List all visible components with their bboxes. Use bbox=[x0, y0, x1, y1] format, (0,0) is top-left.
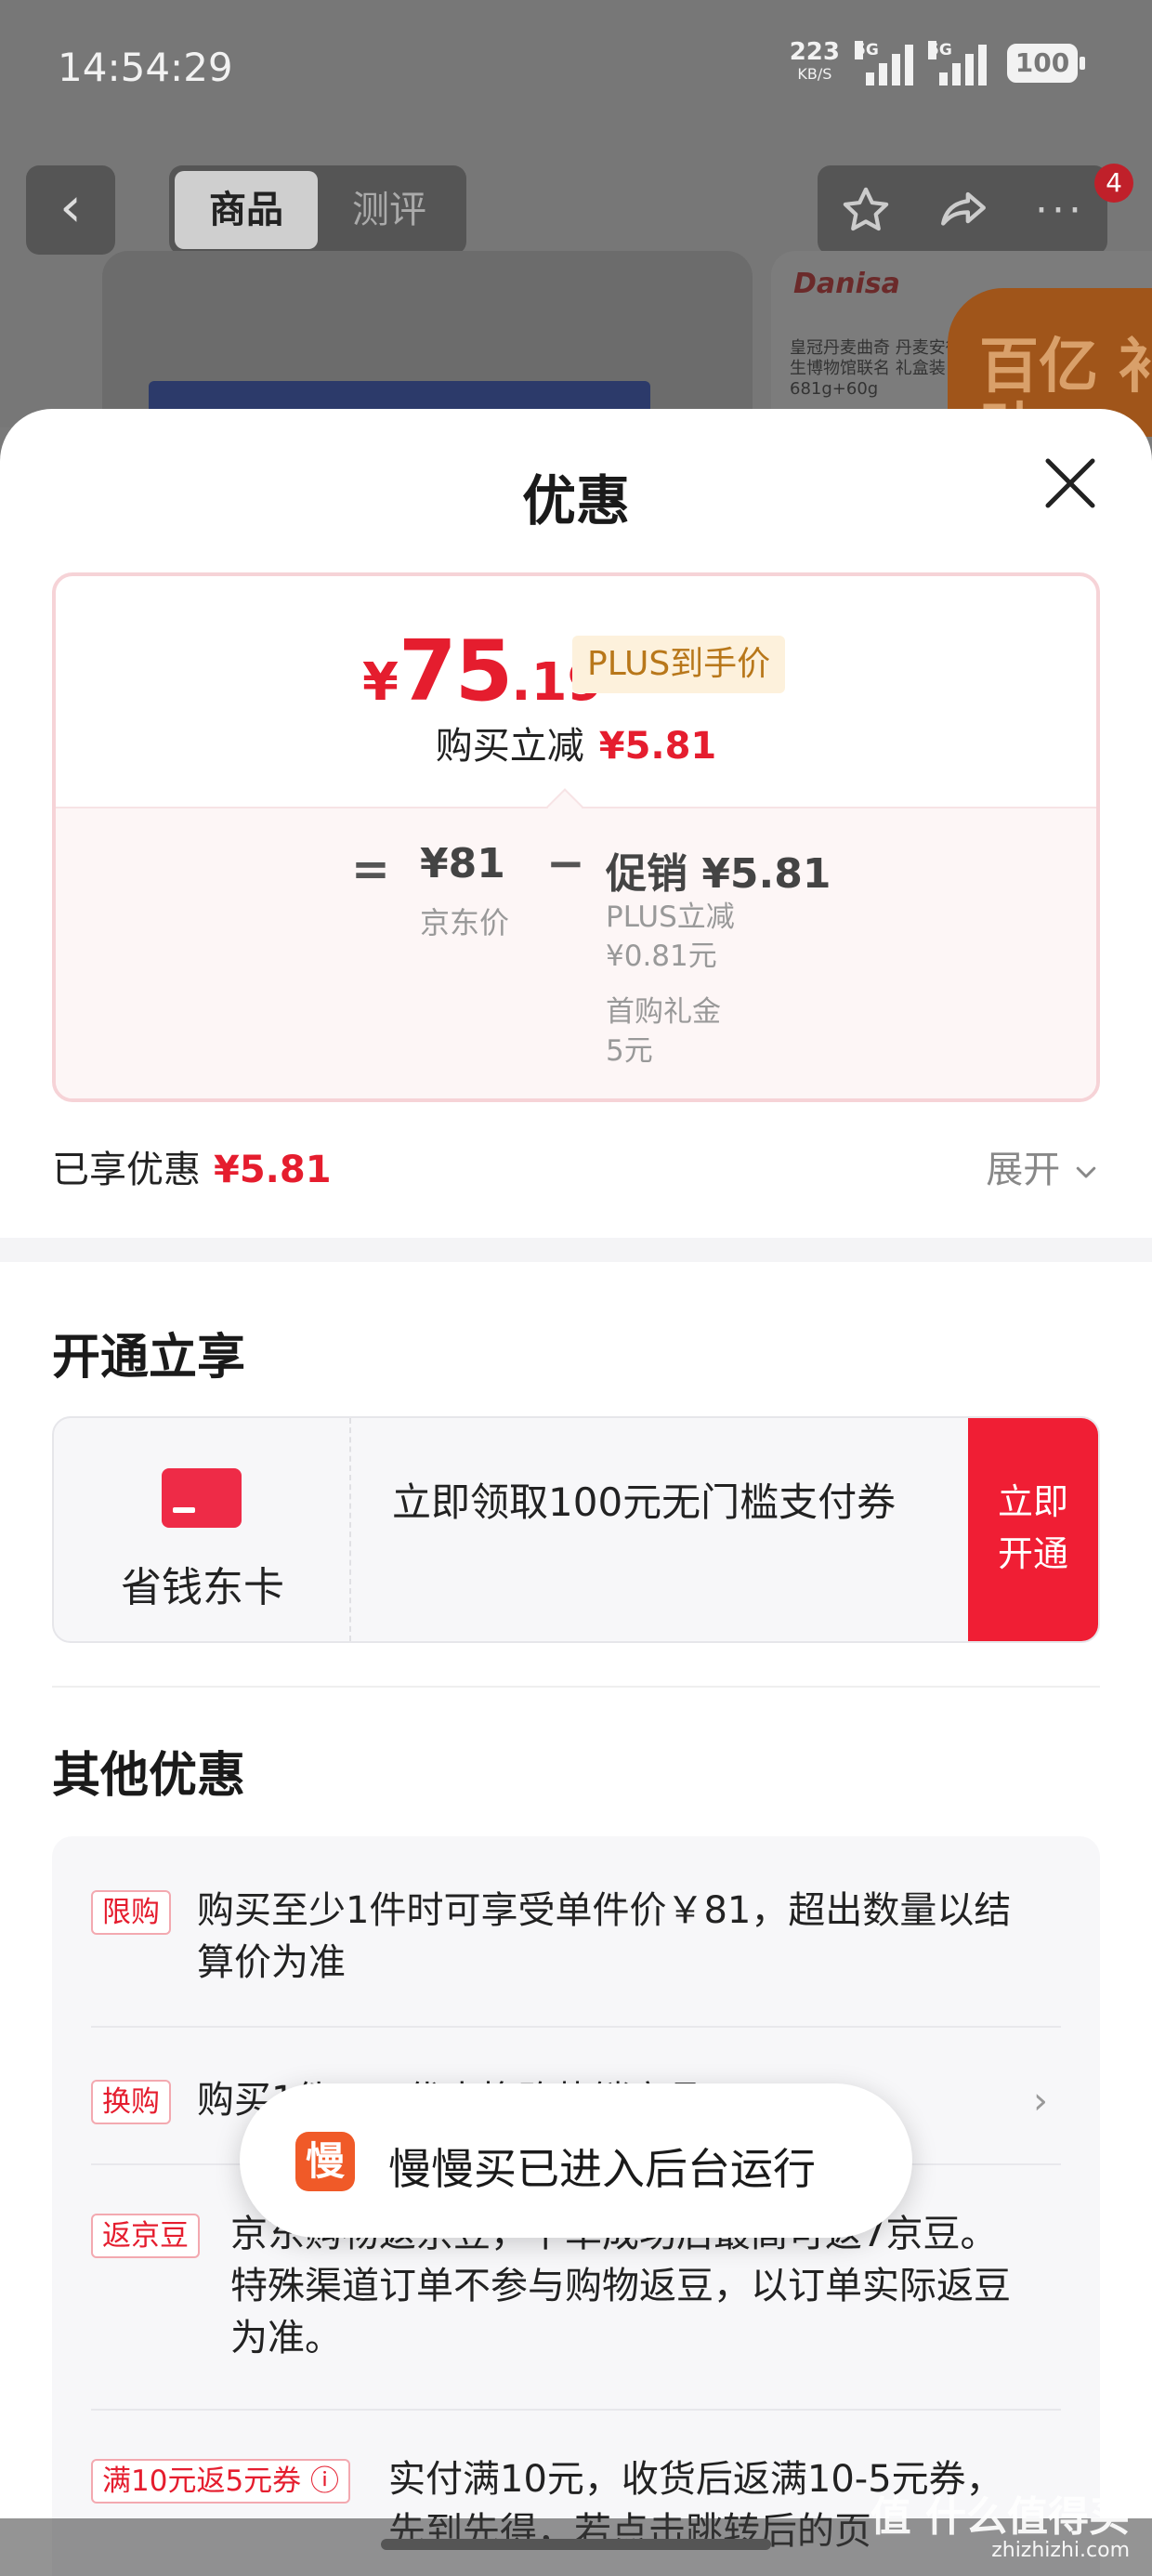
chevron-right-icon: › bbox=[1033, 2080, 1048, 2123]
jd-price-value: ¥81 bbox=[420, 840, 505, 887]
beans-tag: 返京豆 bbox=[91, 2214, 200, 2258]
tab-review[interactable]: 测评 bbox=[318, 171, 461, 249]
divider bbox=[52, 1686, 1100, 1688]
activate-button[interactable]: 立即 开通 bbox=[968, 1418, 1098, 1641]
savings-card-info: 省钱东卡 bbox=[54, 1418, 351, 1641]
more-icon[interactable]: ··· bbox=[1035, 187, 1085, 234]
back-button[interactable]: ‹ bbox=[26, 165, 115, 255]
status-icons: 223 KB/S 5G 5G 100 bbox=[789, 38, 1085, 85]
header-actions: ··· bbox=[818, 165, 1107, 255]
status-bar: 14:54:29 223 KB/S 5G 5G 100 bbox=[0, 0, 1152, 139]
tab-product[interactable]: 商品 bbox=[175, 171, 318, 249]
signal-icon: 5G bbox=[928, 41, 987, 85]
star-icon[interactable] bbox=[840, 184, 892, 236]
exchange-tag: 换购 bbox=[91, 2080, 171, 2124]
jd-price-label: 京东价 bbox=[420, 905, 510, 940]
limit-text: 购买至少1件时可享受单件价￥81，超出数量以结算价为准 bbox=[197, 1889, 1012, 1984]
network-speed: 223 KB/S bbox=[789, 38, 840, 83]
card-icon bbox=[162, 1468, 242, 1528]
promo-value: 促销 ¥5.81 bbox=[606, 850, 831, 898]
share-icon[interactable] bbox=[936, 183, 990, 237]
final-price: ¥ 75 .19 bbox=[362, 623, 604, 720]
limit-tag: 限购 bbox=[91, 1890, 171, 1935]
savings-card-offer[interactable]: 省钱东卡 立即领取100元无门槛支付券 立即 开通 bbox=[52, 1416, 1100, 1643]
instant-reduction: 购买立减 ¥5.81 bbox=[435, 725, 717, 768]
plus-reduction: PLUS立减 ¥0.81元 bbox=[606, 900, 735, 973]
list-item-limit: 限购 购买至少1件时可享受单件价￥81，超出数量以结算价为准 bbox=[91, 1885, 1061, 1987]
minus-sign: − bbox=[546, 836, 585, 890]
brand-logo: Danisa bbox=[793, 268, 900, 300]
savings-card-desc: 立即领取100元无门槛支付券 bbox=[392, 1479, 897, 1525]
watermark: 值 什么值得买 zhizhizhi.com bbox=[870, 2493, 1130, 2563]
price-card: ¥ 75 .19 PLUS到手价 购买立减 ¥5.81 = ¥81 京东价 − 促… bbox=[52, 572, 1100, 1102]
open-section-title: 开通立享 bbox=[52, 1330, 246, 1386]
home-indicator[interactable] bbox=[381, 2539, 771, 2550]
expand-button[interactable]: 展开 bbox=[986, 1139, 1100, 1193]
discount-sheet: 优惠 ¥ 75 .19 PLUS到手价 购买立减 ¥5.81 = ¥81 京东价 … bbox=[0, 409, 1152, 2576]
plus-price-tag: PLUS到手价 bbox=[572, 636, 786, 693]
cart-count-badge: 4 bbox=[1094, 164, 1133, 203]
savings-card-name: 省钱东卡 bbox=[121, 1564, 284, 1611]
divider bbox=[91, 2026, 1061, 2028]
close-icon[interactable] bbox=[1039, 452, 1102, 515]
app-icon: 慢 bbox=[295, 2132, 355, 2191]
background-product-page: 14:54:29 223 KB/S 5G 5G 100 ‹ 商品 测评 ··· … bbox=[0, 0, 1152, 455]
product-tabs: 商品 测评 bbox=[169, 165, 466, 255]
section-divider bbox=[0, 1238, 1152, 1262]
first-purchase-gift: 首购礼金 5元 bbox=[606, 995, 721, 1068]
sheet-title: 优惠 bbox=[521, 469, 630, 532]
price-breakdown: = ¥81 京东价 − 促销 ¥5.81 PLUS立减 ¥0.81元 首购礼金 … bbox=[56, 807, 1096, 1098]
signal-icon: 5G bbox=[855, 41, 913, 85]
chevron-down-icon bbox=[1076, 1166, 1096, 1178]
toast-text: 慢慢买已进入后台运行 bbox=[388, 2144, 816, 2194]
coupon-return-tag[interactable]: 满10元返5元券 ⓘ bbox=[91, 2459, 351, 2504]
equals-sign: = bbox=[351, 842, 390, 896]
final-price-area: ¥ 75 .19 PLUS到手价 购买立减 ¥5.81 bbox=[56, 576, 1096, 807]
divider bbox=[91, 2409, 1061, 2411]
status-time: 14:54:29 bbox=[58, 45, 233, 90]
other-section-title: 其他优惠 bbox=[52, 1748, 246, 1804]
background-running-toast: 慢 慢慢买已进入后台运行 bbox=[240, 2083, 912, 2238]
battery-icon: 100 bbox=[1007, 44, 1085, 83]
enjoyed-discount: 已享优惠 ¥5.81 bbox=[52, 1149, 332, 1191]
